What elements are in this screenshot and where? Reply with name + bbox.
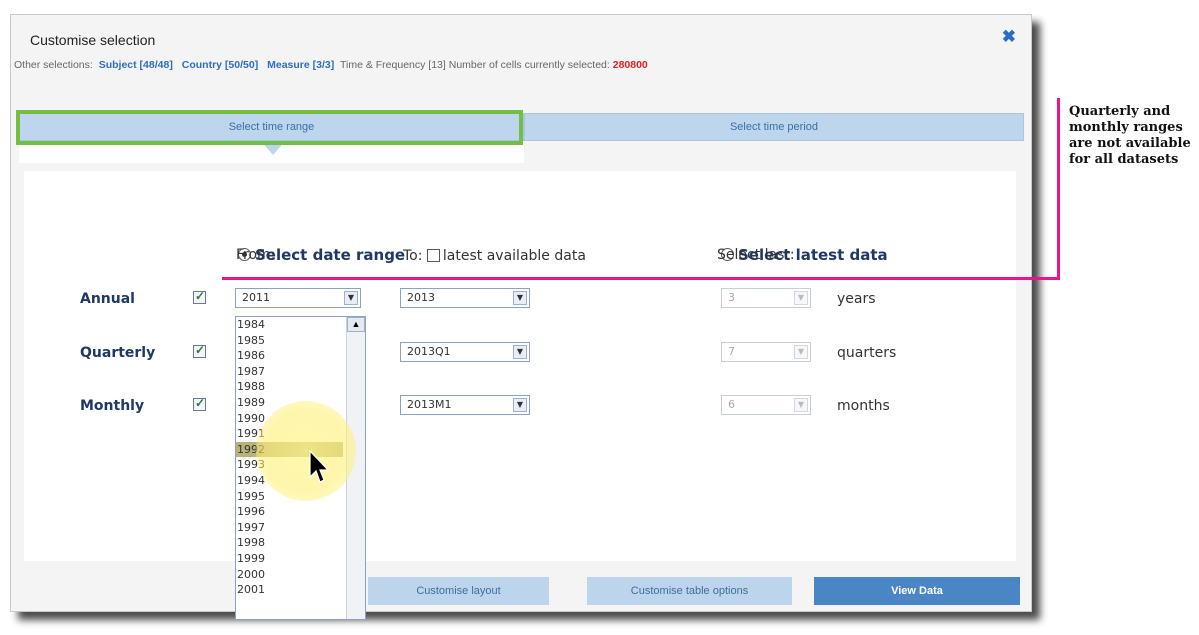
row-label-monthly: Monthly — [80, 398, 145, 414]
latest-available-label: latest available data — [442, 248, 586, 264]
to-select-monthly[interactable]: 2013M1 ▼ — [400, 395, 530, 415]
chevron-down-icon[interactable]: ▼ — [513, 398, 527, 412]
annotation-line-vertical — [1057, 98, 1060, 280]
cells-label: Number of cells currently selected: — [448, 59, 610, 71]
year-option[interactable]: 1999 — [236, 551, 343, 567]
chevron-down-icon: ▼ — [794, 291, 808, 305]
customise-table-options-button[interactable]: Customise table options — [587, 577, 792, 605]
year-option[interactable]: 1989 — [236, 395, 343, 411]
year-option[interactable]: 1984 — [236, 317, 343, 333]
chevron-down-icon[interactable]: ▼ — [344, 291, 358, 305]
time-frequency-text: Time & Frequency [13] — [339, 59, 446, 71]
row-label-quarterly: Quarterly — [80, 345, 156, 361]
cells-count: 280800 — [612, 59, 648, 71]
to-select-monthly-value: 2013M1 — [407, 398, 452, 411]
year-option[interactable]: 1994 — [236, 473, 343, 489]
last-select-annual-value: 3 — [728, 291, 735, 304]
from-select-annual[interactable]: 2011 ▼ — [235, 288, 361, 308]
year-option[interactable]: 2000 — [236, 567, 343, 583]
monthly-checkbox[interactable] — [193, 396, 206, 411]
measure-link[interactable]: Measure [3/3] — [267, 59, 334, 71]
customise-dialog: Customise selection ✖ Other selections: … — [10, 14, 1032, 612]
view-data-button[interactable]: View Data — [814, 577, 1020, 605]
chevron-down-icon[interactable]: ▼ — [513, 291, 527, 305]
chevron-down-icon[interactable]: ▼ — [513, 345, 527, 359]
tab-select-time-period[interactable]: Select time period — [524, 113, 1024, 141]
year-option[interactable]: 1986 — [236, 348, 343, 364]
quarterly-checkbox[interactable] — [193, 343, 206, 358]
from-select-annual-value: 2011 — [242, 291, 270, 304]
last-select-monthly: 6 ▼ — [721, 395, 811, 415]
from-label: From: — [236, 247, 276, 263]
to-select-annual[interactable]: 2013 ▼ — [400, 288, 530, 308]
year-option[interactable]: 1993 — [236, 457, 343, 473]
country-link[interactable]: Country [50/50] — [182, 59, 258, 71]
year-option[interactable]: 1985 — [236, 333, 343, 349]
year-dropdown-list[interactable]: 1984 1985 1986 1987 1988 1989 1990 1991 1992 1993… — [235, 316, 366, 620]
year-option[interactable]: 1992 — [236, 441, 343, 458]
other-selections-label: Other selections: — [14, 59, 93, 71]
year-option[interactable]: 1990 — [236, 411, 343, 427]
year-option[interactable]: 1995 — [236, 489, 343, 505]
year-option[interactable]: 1997 — [236, 520, 343, 536]
select-last-label: Select last: — [717, 247, 795, 263]
annotation-line — [222, 277, 1060, 280]
tab-select-time-range[interactable]: Select time range — [19, 113, 524, 141]
last-select-monthly-value: 6 — [728, 398, 735, 411]
last-select-annual: 3 ▼ — [721, 288, 811, 308]
annotation-text: Quarterly and monthly ranges are not ava… — [1069, 104, 1191, 167]
year-option[interactable]: 1996 — [236, 504, 343, 520]
last-select-quarterly-value: 7 — [728, 345, 735, 358]
dialog-title: Customise selection — [30, 32, 156, 48]
subject-link[interactable]: Subject [48/48] — [99, 59, 173, 71]
to-header: To: latest available data — [403, 247, 586, 264]
year-option[interactable]: 1988 — [236, 379, 343, 395]
year-options: 1984 1985 1986 1987 1988 1989 1990 1991 1992 1993… — [236, 317, 343, 598]
customise-layout-button[interactable]: Customise layout — [368, 577, 549, 605]
to-select-annual-value: 2013 — [407, 291, 435, 304]
radio-date-range-label: Select date range — [255, 246, 406, 264]
content-panel — [24, 171, 1016, 561]
year-option[interactable]: 1987 — [236, 364, 343, 380]
annual-checkbox[interactable] — [193, 289, 206, 304]
row-label-annual: Annual — [80, 291, 135, 307]
chevron-down-icon: ▼ — [794, 398, 808, 412]
scroll-up-icon[interactable]: ▲ — [347, 317, 365, 332]
unit-months: months — [837, 398, 890, 414]
chevron-down-icon: ▼ — [794, 345, 808, 359]
to-label: To: — [403, 248, 423, 264]
other-selections: Other selections: Subject [48/48] Countr… — [14, 59, 648, 71]
to-select-quarterly-value: 2013Q1 — [407, 345, 451, 358]
dropdown-scrollbar[interactable]: ▲ — [346, 317, 365, 619]
year-option[interactable]: 1991 — [236, 426, 343, 442]
last-select-quarterly: 7 ▼ — [721, 342, 811, 362]
close-icon[interactable]: ✖ — [1002, 27, 1016, 47]
unit-years: years — [837, 291, 876, 307]
tab-pointer — [261, 141, 285, 155]
year-option[interactable]: 2001 — [236, 582, 343, 598]
unit-quarters: quarters — [837, 345, 897, 361]
year-option[interactable]: 1998 — [236, 535, 343, 551]
latest-available-checkbox[interactable] — [426, 249, 440, 262]
to-select-quarterly[interactable]: 2013Q1 ▼ — [400, 342, 530, 362]
